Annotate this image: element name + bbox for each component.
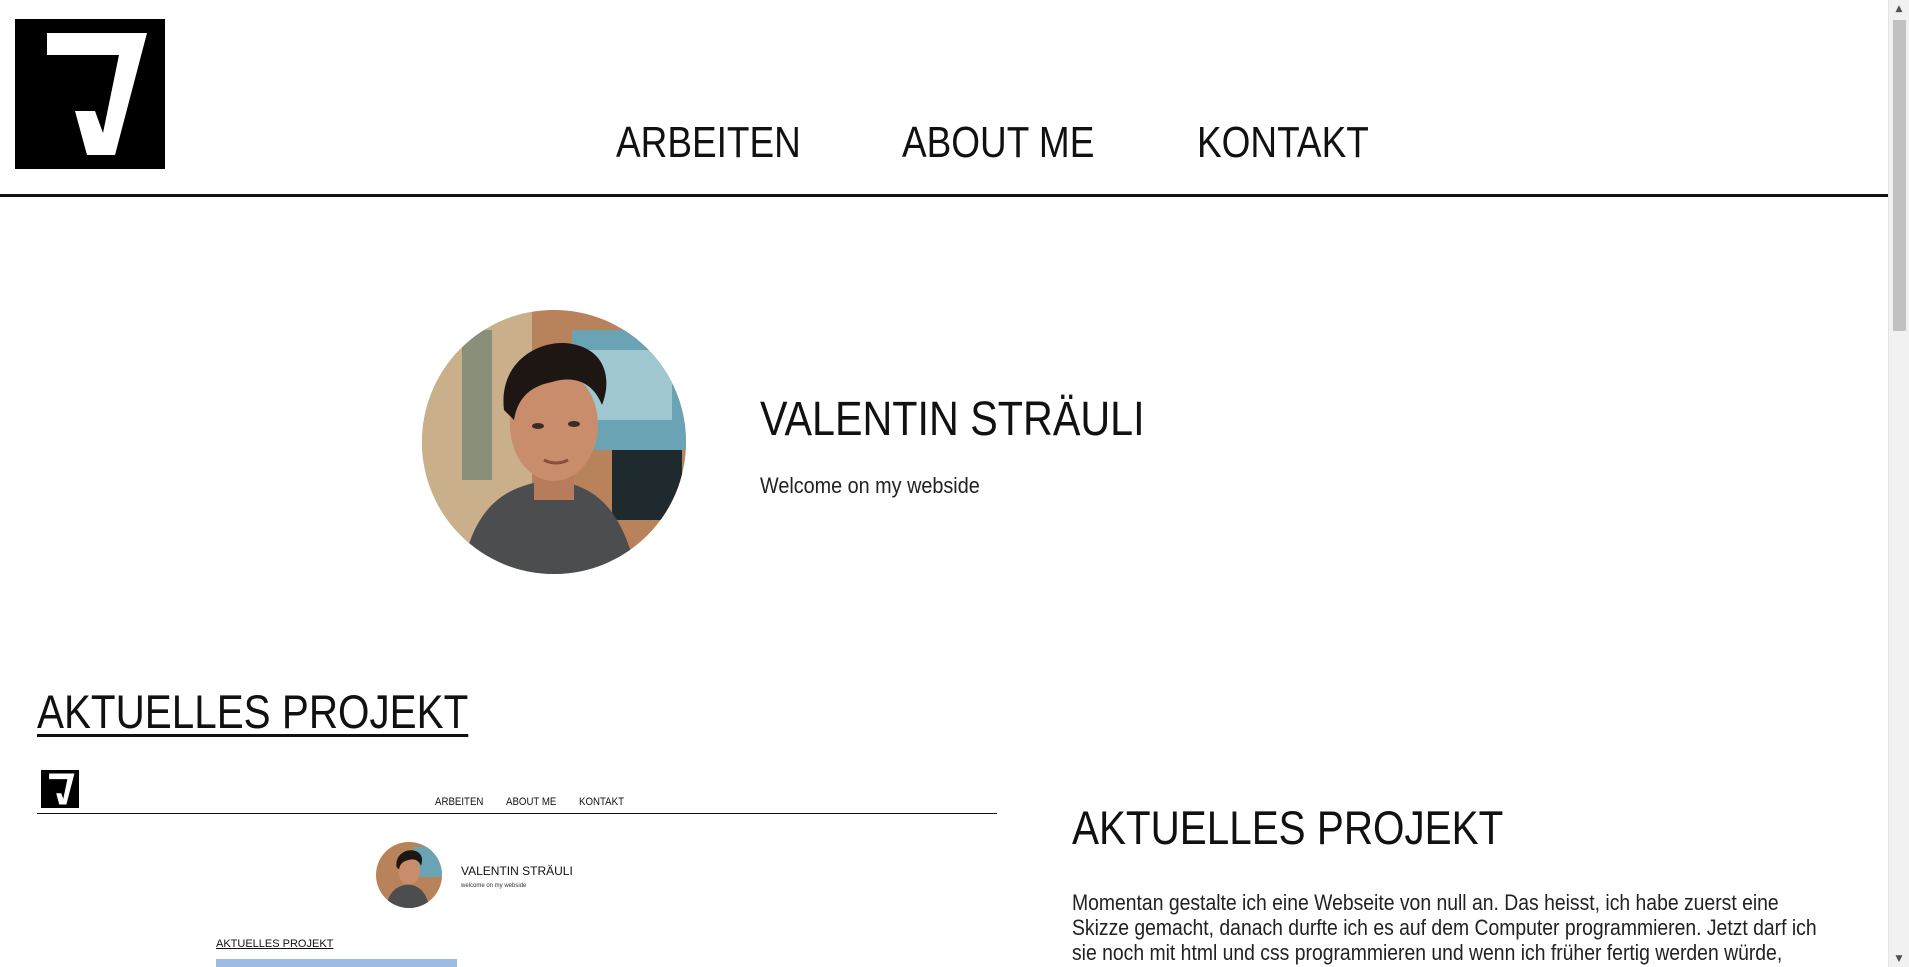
preview-subtitle: welcome on my webside: [461, 883, 527, 889]
preview-nav: ARBEITEN ABOUT ME KONTAKT: [435, 796, 630, 808]
preview-divider: [37, 813, 997, 814]
logo-mark-icon: [49, 773, 75, 805]
nav-link-about-me[interactable]: ABOUT ME: [902, 113, 1094, 173]
preview-nav-item: KONTAKT: [579, 796, 625, 808]
project-preview-image: ARBEITEN ABOUT ME KONTAKT VALENTIN STRÄU…: [37, 768, 997, 967]
preview-image-bar: [216, 959, 457, 967]
section-title[interactable]: AKTUELLES PROJEKT: [37, 684, 468, 739]
scrollbar-thumb[interactable]: [1893, 20, 1906, 331]
preview-name: VALENTIN STRÄULI: [461, 864, 573, 878]
triangle-up-icon[interactable]: ▲: [1889, 0, 1909, 17]
preview-nav-item: ABOUT ME: [506, 796, 557, 808]
vertical-scrollbar[interactable]: ▲ ▼: [1888, 0, 1909, 967]
project-heading: AKTUELLES PROJEKT: [1072, 801, 1504, 854]
preview-section-title: AKTUELLES PROJEKT: [216, 938, 334, 950]
page: ARBEITEN ABOUT ME KONTAKT VALENTIN STRÄU…: [0, 0, 1888, 967]
preview-logo: [41, 770, 79, 808]
hero-name: VALENTIN STRÄULI: [760, 393, 1145, 446]
preview-avatar: [376, 842, 442, 908]
logo-mark-icon: [47, 33, 147, 155]
project-description: Momentan gestalte ich eine Webseite von …: [1072, 890, 1817, 967]
site-logo[interactable]: [15, 19, 165, 169]
nav-link-kontakt[interactable]: KONTAKT: [1197, 113, 1369, 173]
hero-subtitle: Welcome on my webside: [760, 473, 980, 498]
nav-link-arbeiten[interactable]: ARBEITEN: [616, 113, 801, 173]
triangle-down-icon[interactable]: ▼: [1889, 950, 1909, 967]
header-divider: [0, 194, 1888, 197]
profile-avatar: [422, 310, 686, 574]
preview-nav-item: ARBEITEN: [435, 796, 484, 808]
main-nav: ARBEITEN ABOUT ME KONTAKT: [616, 113, 1402, 173]
